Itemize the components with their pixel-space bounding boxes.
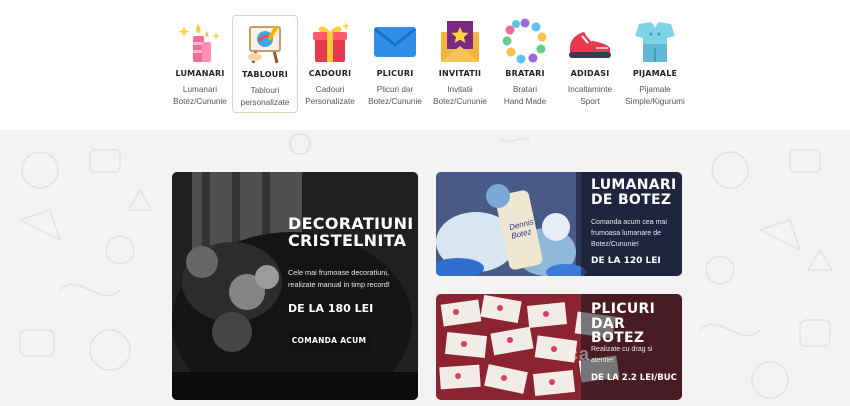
banner-title: DECORATIUNI CRISTELNITA — [288, 214, 414, 250]
sneaker-icon — [569, 32, 611, 58]
banner-lumanari-botez[interactable]: Dennis Botez LUMANARI DE BOTEZ Comanda a… — [436, 172, 682, 276]
banner-description: Realizate cu drag si atentie! — [591, 346, 653, 364]
category-strip: LUMANARI Lumanari Botez/Cununie TABLOURI… — [0, 0, 850, 130]
category-pijamale[interactable]: PIJAMALE Pijamale Simple/Kigurumi — [622, 15, 688, 113]
gift-box-icon — [313, 22, 350, 62]
banner-description: Comanda acum cea mai frumoasa lumanare d… — [591, 219, 667, 248]
category-subtitle: Pijamale Simple/Kigurumi — [625, 85, 685, 106]
promo-section — [0, 130, 850, 406]
envelope-icon — [374, 27, 416, 57]
banner-decoratiuni-cristelnita[interactable]: DECORATIUNI CRISTELNITA Cele mai frumoas… — [172, 172, 418, 400]
banner-title: LUMANARI DE BOTEZ — [591, 177, 677, 208]
bead-bracelet-icon — [502, 18, 547, 64]
banner-price: DE LA 120 LEI — [591, 256, 661, 266]
doodle-pattern — [18, 133, 834, 399]
banner-description: Cele mai frumoase decoratiuni, realizate… — [288, 268, 390, 289]
banner-price: DE LA 180 LEI — [288, 302, 374, 315]
watermark: ca — [568, 344, 591, 364]
easel-painting-icon — [248, 25, 281, 64]
pajamas-icon — [635, 22, 675, 62]
banner-title: PLICURI DAR BOTEZ — [591, 301, 656, 347]
candles-icon — [178, 24, 220, 62]
banner-plicuri-dar-botez[interactable]: PLICURI DAR BOTEZ Realizate cu drag si a… — [436, 294, 682, 400]
category-name: PIJAMALE — [632, 69, 678, 78]
order-now-button[interactable]: COMANDA ACUM — [288, 330, 370, 352]
invitation-envelope-icon — [441, 21, 479, 62]
banner-price: DE LA 2.2 LEI/BUC — [591, 373, 677, 383]
